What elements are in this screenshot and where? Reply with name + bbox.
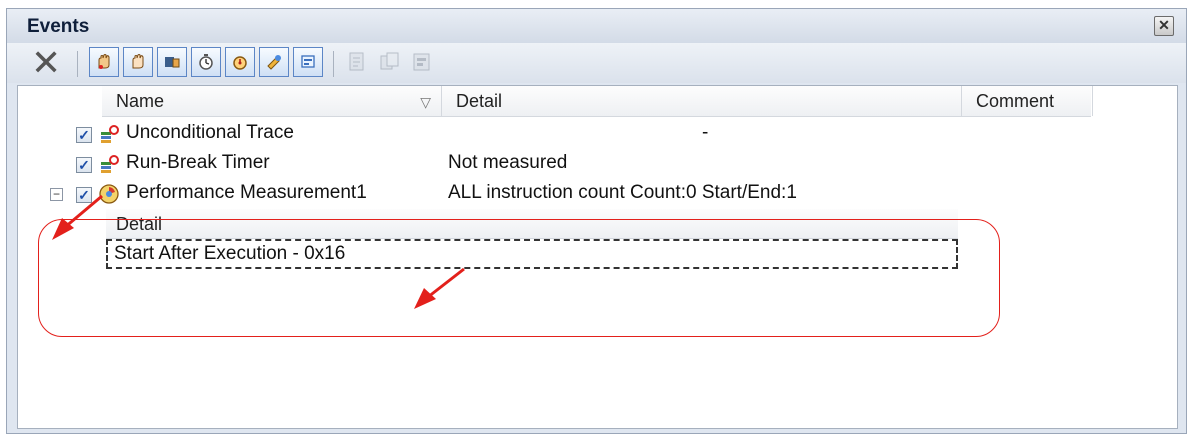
panel-title: Events xyxy=(27,16,90,37)
close-icon[interactable]: ✕ xyxy=(1154,16,1174,36)
table-row[interactable]: ✓ Run-Break Timer Not measured xyxy=(18,149,1177,179)
subgrid-detail-cell[interactable]: Start After Execution - 0x16 xyxy=(106,239,958,269)
table-row[interactable]: − ✓ Performance Measurement1 ALL instruc… xyxy=(18,179,1177,209)
performance-event-icon xyxy=(99,184,119,204)
trace-icon[interactable] xyxy=(157,47,187,77)
panel-titlebar: Events ✕ xyxy=(7,9,1186,44)
event-detail: Not measured xyxy=(448,152,568,173)
event-checkbox[interactable]: ✓ xyxy=(76,127,92,143)
trace-event-icon xyxy=(101,125,119,143)
hardware-break-icon[interactable] xyxy=(89,47,119,77)
performance-icon[interactable] xyxy=(225,47,255,77)
toolbar: ✕ xyxy=(7,43,1186,83)
subgrid-detail-value: Start After Execution - 0x16 xyxy=(114,243,346,264)
column-header-row: Name ▽ Detail Comment xyxy=(102,86,1093,117)
delete-icon[interactable]: ✕ xyxy=(31,43,61,83)
column-header-comment-label: Comment xyxy=(976,91,1055,111)
timer-event-icon xyxy=(101,155,119,173)
column-header-detail[interactable]: Detail xyxy=(442,86,962,116)
subgrid-header-label: Detail xyxy=(116,214,163,234)
event-checkbox[interactable]: ✓ xyxy=(76,157,92,173)
event-checkbox[interactable]: ✓ xyxy=(76,187,92,203)
column-header-name[interactable]: Name ▽ xyxy=(102,86,442,116)
column-header-comment[interactable]: Comment xyxy=(962,86,1093,116)
sort-indicator-icon: ▽ xyxy=(420,94,431,110)
ram-icon[interactable] xyxy=(293,47,323,77)
properties-icon[interactable] xyxy=(411,51,433,73)
column-header-detail-label: Detail xyxy=(456,91,503,111)
column-header-name-label: Name xyxy=(116,91,165,111)
timer-icon[interactable] xyxy=(191,47,221,77)
subgrid-header: Detail xyxy=(106,209,958,239)
table-row[interactable]: ✓ Unconditional Trace - xyxy=(18,119,1177,149)
software-break-icon[interactable] xyxy=(123,47,153,77)
event-detail: - xyxy=(702,122,709,143)
edit-icon[interactable] xyxy=(347,51,369,73)
event-name: Run-Break Timer xyxy=(126,152,270,173)
event-list: Name ▽ Detail Comment ✓ Unconditional Tr… xyxy=(17,85,1178,429)
action-event-icon[interactable] xyxy=(259,47,289,77)
event-name: Performance Measurement1 xyxy=(126,182,367,203)
event-name: Unconditional Trace xyxy=(126,122,294,143)
duplicate-icon[interactable] xyxy=(379,51,401,73)
toolbar-separator xyxy=(333,51,334,77)
event-detail: ALL instruction count Count:0 Start/End:… xyxy=(448,182,797,203)
toolbar-separator xyxy=(77,51,78,77)
events-panel: Events ✕ ✕ Name ▽ Detail Comment ✓ Uncon… xyxy=(6,8,1187,434)
collapse-icon[interactable]: − xyxy=(50,188,63,201)
